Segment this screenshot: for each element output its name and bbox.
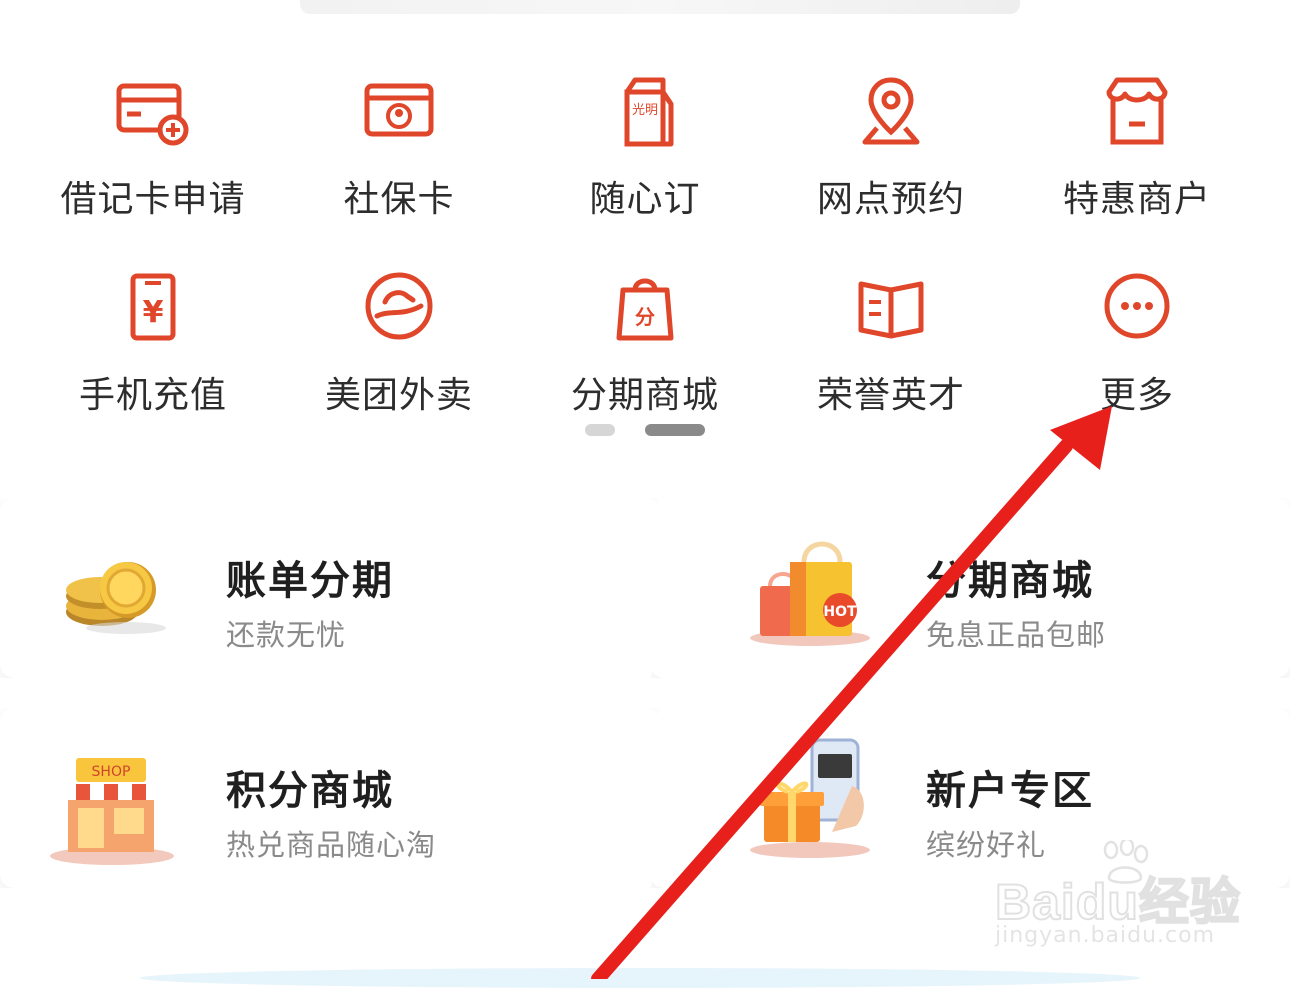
shop-building-icon: SHOP bbox=[50, 758, 174, 865]
service-social-security-card[interactable]: 社保卡 bbox=[276, 70, 522, 220]
promo-title: 分期商城 bbox=[926, 558, 1094, 604]
promo-card-installment-mall[interactable]: HOT 分期商城 免息正品包邮 bbox=[650, 498, 1290, 678]
top-banner-edge bbox=[300, 0, 1020, 14]
service-label: 更多 bbox=[1099, 375, 1174, 416]
promo-title: 账单分期 bbox=[226, 558, 394, 604]
promo-card-bill-installment[interactable]: 账单分期 还款无忧 bbox=[0, 498, 660, 678]
service-label: 手机充值 bbox=[78, 375, 227, 416]
yen-symbol: ¥ bbox=[143, 295, 164, 330]
more-dots-icon bbox=[1104, 273, 1170, 339]
promo-subtitle: 免息正品包邮 bbox=[926, 618, 1107, 652]
service-label: 随心订 bbox=[589, 179, 701, 220]
hot-badge: HOT bbox=[823, 604, 857, 620]
page-dot-2-active[interactable] bbox=[645, 424, 705, 436]
service-phone-recharge[interactable]: ¥ 手机充值 bbox=[30, 266, 276, 416]
meituan-icon bbox=[365, 272, 433, 340]
hot-shopping-bags-icon: HOT bbox=[750, 541, 870, 646]
service-label: 特惠商户 bbox=[1062, 179, 1211, 220]
location-pin-icon bbox=[862, 77, 920, 145]
service-installment-mall[interactable]: 分 分期商城 bbox=[522, 266, 768, 416]
promo-subtitle: 热兑商品随心淘 bbox=[226, 828, 437, 862]
shop-sign: SHOP bbox=[92, 764, 131, 780]
promo-title: 新户专区 bbox=[926, 768, 1094, 814]
gold-coins-icon bbox=[66, 562, 166, 634]
bag-text: 分 bbox=[635, 305, 655, 329]
service-label: 美团外卖 bbox=[324, 375, 473, 416]
service-label: 荣誉英才 bbox=[816, 375, 965, 416]
service-discount-merchants[interactable]: 特惠商户 bbox=[1014, 70, 1260, 220]
promo-subtitle: 还款无忧 bbox=[226, 618, 347, 652]
shopping-bag-icon: 分 bbox=[616, 278, 674, 341]
service-meituan-delivery[interactable]: 美团外卖 bbox=[276, 266, 522, 416]
service-branch-appointment[interactable]: 网点预约 bbox=[768, 70, 1014, 220]
service-honor-talent[interactable]: 荣誉英才 bbox=[768, 266, 1014, 416]
service-label: 分期商城 bbox=[570, 375, 719, 416]
milk-carton-icon: 光明 bbox=[624, 77, 674, 147]
promo-title: 积分商城 bbox=[226, 768, 394, 814]
service-more[interactable]: 更多 bbox=[1014, 266, 1260, 416]
service-label: 网点预约 bbox=[816, 179, 965, 220]
open-book-icon bbox=[858, 281, 924, 339]
social-security-card-icon bbox=[364, 83, 434, 137]
phone-gift-icon bbox=[750, 738, 870, 858]
service-label: 借记卡申请 bbox=[60, 179, 246, 220]
page-dot-1[interactable] bbox=[585, 424, 615, 436]
page-indicator bbox=[0, 424, 1290, 436]
debit-card-add-icon bbox=[116, 83, 189, 146]
service-suixin-order[interactable]: 光明 随心订 bbox=[522, 70, 768, 220]
service-label: 社保卡 bbox=[343, 179, 455, 220]
milk-carton-text: 光明 bbox=[632, 103, 658, 118]
service-debit-card-apply[interactable]: 借记卡申请 bbox=[30, 70, 276, 220]
phone-recharge-icon: ¥ bbox=[130, 273, 176, 341]
promo-card-points-mall[interactable]: SHOP 积分商城 热兑商品随心淘 bbox=[0, 708, 660, 888]
storefront-icon bbox=[1106, 77, 1168, 145]
watermark-url: jingyan.baidu.com bbox=[995, 923, 1216, 948]
baidu-jingyan-watermark: Baidu经验 jingyan.baidu.com bbox=[985, 840, 1275, 980]
